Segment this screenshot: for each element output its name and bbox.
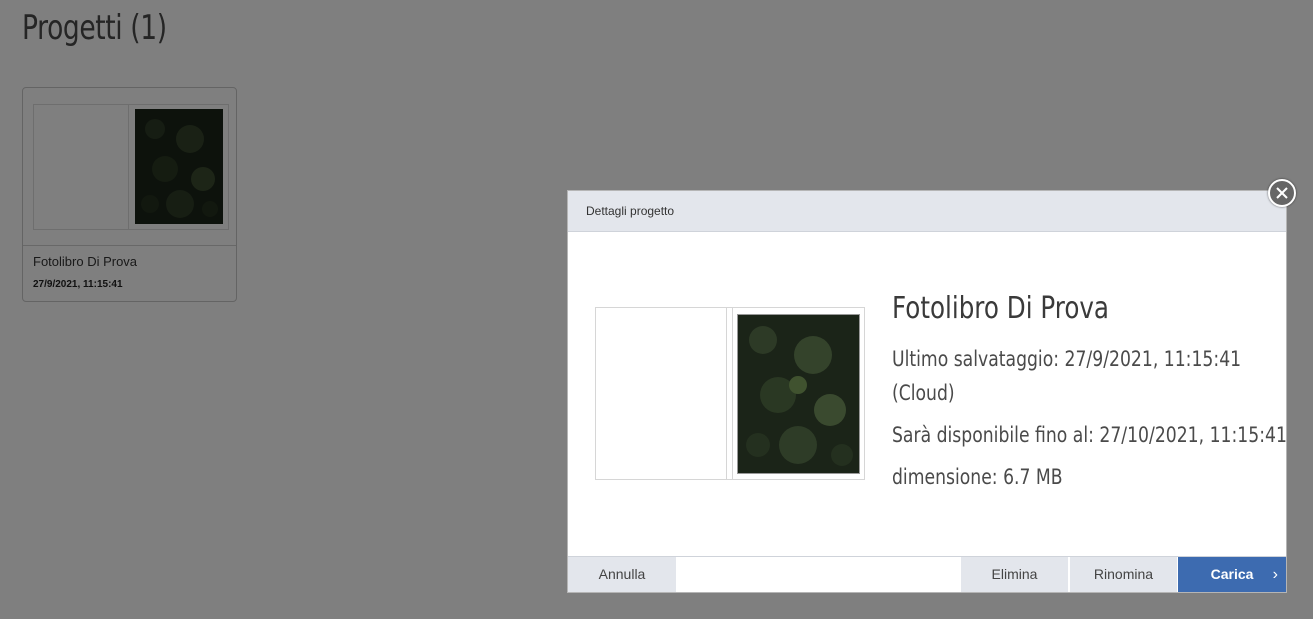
preview-left-page <box>595 307 728 480</box>
rename-button[interactable]: Rinomina <box>1070 557 1177 592</box>
project-details-dialog: Dettagli progetto Fotolibro Di Prova Ult… <box>567 190 1287 593</box>
project-info: Fotolibro Di Prova Ultimo salvataggio: 2… <box>892 291 1287 494</box>
upload-button-label: Carica <box>1210 566 1254 582</box>
dialog-header: Dettagli progetto <box>568 191 1286 232</box>
delete-button[interactable]: Elimina <box>961 557 1068 592</box>
upload-button[interactable]: Carica › <box>1178 557 1286 592</box>
last-saved-text: Ultimo salvataggio: 27/9/2021, 11:15:41 <box>892 347 1242 371</box>
available-until-text: Sarà disponibile fino al: 27/10/2021, 11… <box>892 423 1287 447</box>
storage-location: (Cloud) <box>892 381 955 405</box>
forest-photo <box>737 314 860 474</box>
size-text: dimensione: 6.7 MB <box>892 465 1063 489</box>
chevron-right-icon: › <box>1272 566 1278 583</box>
project-preview <box>595 307 865 480</box>
project-name: Fotolibro Di Prova <box>892 291 1110 326</box>
preview-right-page <box>726 307 865 480</box>
dialog-title: Dettagli progetto <box>586 204 675 218</box>
cancel-button[interactable]: Annulla <box>568 557 676 592</box>
preview-spine <box>732 308 733 479</box>
close-icon[interactable] <box>1268 179 1296 207</box>
dialog-footer: Annulla Elimina Rinomina Carica › <box>568 556 1286 592</box>
